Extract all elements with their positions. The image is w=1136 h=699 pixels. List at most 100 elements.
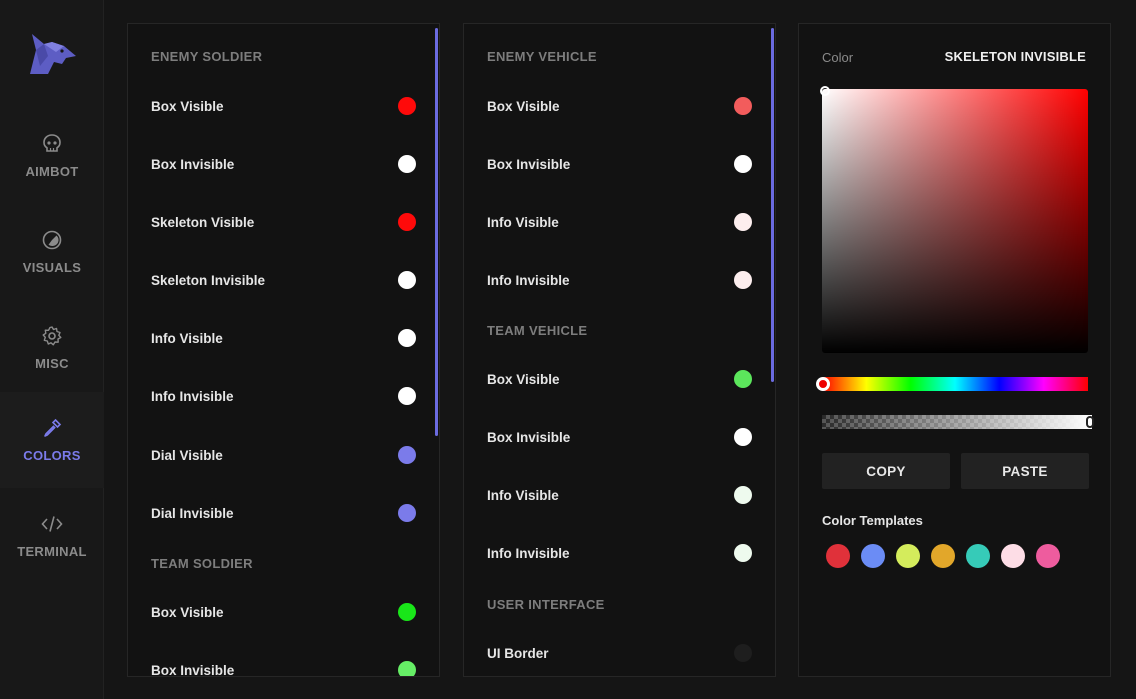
color-row-box-visible[interactable]: Box Visible <box>464 359 764 399</box>
scrollbar-thumb[interactable] <box>771 28 774 382</box>
nav-label: TERMINAL <box>17 544 87 559</box>
color-template[interactable] <box>1036 544 1060 568</box>
section-title: ENEMY SOLDIER <box>151 49 263 64</box>
hue-slider-handle[interactable] <box>816 377 830 391</box>
code-icon <box>41 516 63 532</box>
nav-label: VISUALS <box>22 260 82 275</box>
color-template[interactable] <box>1001 544 1025 568</box>
color-swatch[interactable] <box>398 329 416 347</box>
row-label: Box Visible <box>151 98 224 114</box>
color-swatch[interactable] <box>734 271 752 289</box>
color-row-ui-border[interactable]: UI Border <box>464 633 764 673</box>
row-label: Box Invisible <box>487 156 571 172</box>
color-template[interactable] <box>861 544 885 568</box>
color-row-info-invisible[interactable]: Info Invisible <box>128 376 428 416</box>
color-row-dial-visible[interactable]: Dial Visible <box>128 435 428 475</box>
eye-icon <box>42 230 62 250</box>
row-label: Box Visible <box>487 371 560 387</box>
color-row-info-visible[interactable]: Info Visible <box>464 202 764 242</box>
color-swatch[interactable] <box>734 544 752 562</box>
section-title: USER INTERFACE <box>487 597 605 612</box>
color-template[interactable] <box>896 544 920 568</box>
row-label: Info Visible <box>487 487 559 503</box>
paste-button[interactable]: PASTE <box>961 453 1089 489</box>
nav-terminal[interactable]: TERMINAL <box>0 488 104 584</box>
color-row-info-invisible[interactable]: Info Invisible <box>464 533 764 573</box>
row-label: Box Invisible <box>151 156 235 172</box>
color-swatch[interactable] <box>398 213 416 231</box>
alpha-slider-handle[interactable] <box>1086 416 1094 428</box>
nav-aimbot[interactable]: AIMBOT <box>0 108 104 204</box>
row-label: Info Visible <box>487 214 559 230</box>
row-label: Skeleton Visible <box>151 214 255 230</box>
wolf-logo-icon <box>30 34 76 74</box>
row-label: Info Invisible <box>487 272 570 288</box>
color-swatch[interactable] <box>398 603 416 621</box>
color-swatch[interactable] <box>734 644 752 662</box>
color-row-box-invisible[interactable]: Box Invisible <box>128 144 428 184</box>
saturation-value-area[interactable] <box>822 89 1088 353</box>
color-swatch[interactable] <box>398 155 416 173</box>
nav-label: COLORS <box>23 448 81 463</box>
section-title: TEAM SOLDIER <box>151 556 253 571</box>
eyedropper-icon <box>44 418 62 437</box>
color-row-info-invisible[interactable]: Info Invisible <box>464 260 764 300</box>
color-row-box-visible[interactable]: Box Visible <box>128 86 428 126</box>
color-row-box-invisible[interactable]: Box Invisible <box>464 144 764 184</box>
row-label: Info Visible <box>151 330 223 346</box>
color-swatch[interactable] <box>734 486 752 504</box>
nav-label: MISC <box>35 356 69 371</box>
color-swatch[interactable] <box>398 446 416 464</box>
picker-title: Color <box>822 50 854 65</box>
color-swatch[interactable] <box>398 387 416 405</box>
sidebar: AIMBOT VISUALS MISC COLORS TERMINAL <box>0 0 104 699</box>
gear-icon <box>42 326 62 346</box>
row-label: Skeleton Invisible <box>151 272 266 288</box>
row-label: Dial Visible <box>151 447 223 463</box>
section-title: TEAM VEHICLE <box>487 323 588 338</box>
color-swatch[interactable] <box>734 155 752 173</box>
row-label: UI Border <box>487 645 549 661</box>
color-swatch[interactable] <box>398 504 416 522</box>
color-row-box-visible[interactable]: Box Visible <box>128 592 428 632</box>
nav-colors[interactable]: COLORS <box>0 392 104 488</box>
color-row-dial-invisible[interactable]: Dial Invisible <box>128 493 428 533</box>
enemy-team-soldier-panel: ENEMY SOLDIER Box Visible Box Invisible … <box>127 23 440 677</box>
color-swatch[interactable] <box>734 213 752 231</box>
row-label: Dial Invisible <box>151 505 234 521</box>
section-title: ENEMY VEHICLE <box>487 49 597 64</box>
color-row-skeleton-invisible[interactable]: Skeleton Invisible <box>128 260 428 300</box>
color-row-box-invisible[interactable]: Box Invisible <box>128 650 428 677</box>
color-row-info-visible[interactable]: Info Visible <box>464 475 764 515</box>
color-swatch[interactable] <box>398 661 416 676</box>
color-swatch[interactable] <box>398 97 416 115</box>
picker-target-name: SKELETON INVISIBLE <box>944 49 1086 64</box>
row-label: Box Invisible <box>151 662 235 677</box>
color-swatch[interactable] <box>734 370 752 388</box>
color-row-box-visible[interactable]: Box Visible <box>464 86 764 126</box>
hue-slider[interactable] <box>822 377 1088 391</box>
row-label: Box Visible <box>151 604 224 620</box>
nav-label: AIMBOT <box>25 164 79 179</box>
scrollbar-thumb[interactable] <box>435 28 438 436</box>
nav-misc[interactable]: MISC <box>0 300 104 396</box>
color-template[interactable] <box>966 544 990 568</box>
row-label: Info Invisible <box>487 545 570 561</box>
color-row-box-invisible[interactable]: Box Invisible <box>464 417 764 457</box>
skull-icon <box>43 134 61 152</box>
color-swatch[interactable] <box>734 428 752 446</box>
color-templates-title: Color Templates <box>822 513 923 528</box>
color-row-skeleton-visible[interactable]: Skeleton Visible <box>128 202 428 242</box>
color-template[interactable] <box>826 544 850 568</box>
color-row-info-visible[interactable]: Info Visible <box>128 318 428 358</box>
copy-button[interactable]: COPY <box>822 453 950 489</box>
vehicle-ui-panel: ENEMY VEHICLE Box Visible Box Invisible … <box>463 23 776 677</box>
color-template[interactable] <box>931 544 955 568</box>
color-swatch[interactable] <box>734 97 752 115</box>
alpha-slider[interactable] <box>822 415 1092 429</box>
nav-visuals[interactable]: VISUALS <box>0 204 104 300</box>
row-label: Box Visible <box>487 98 560 114</box>
saturation-value-handle[interactable] <box>820 86 830 96</box>
color-swatch[interactable] <box>398 271 416 289</box>
color-picker-panel: Color SKELETON INVISIBLE COPY PASTE Colo… <box>798 23 1111 677</box>
